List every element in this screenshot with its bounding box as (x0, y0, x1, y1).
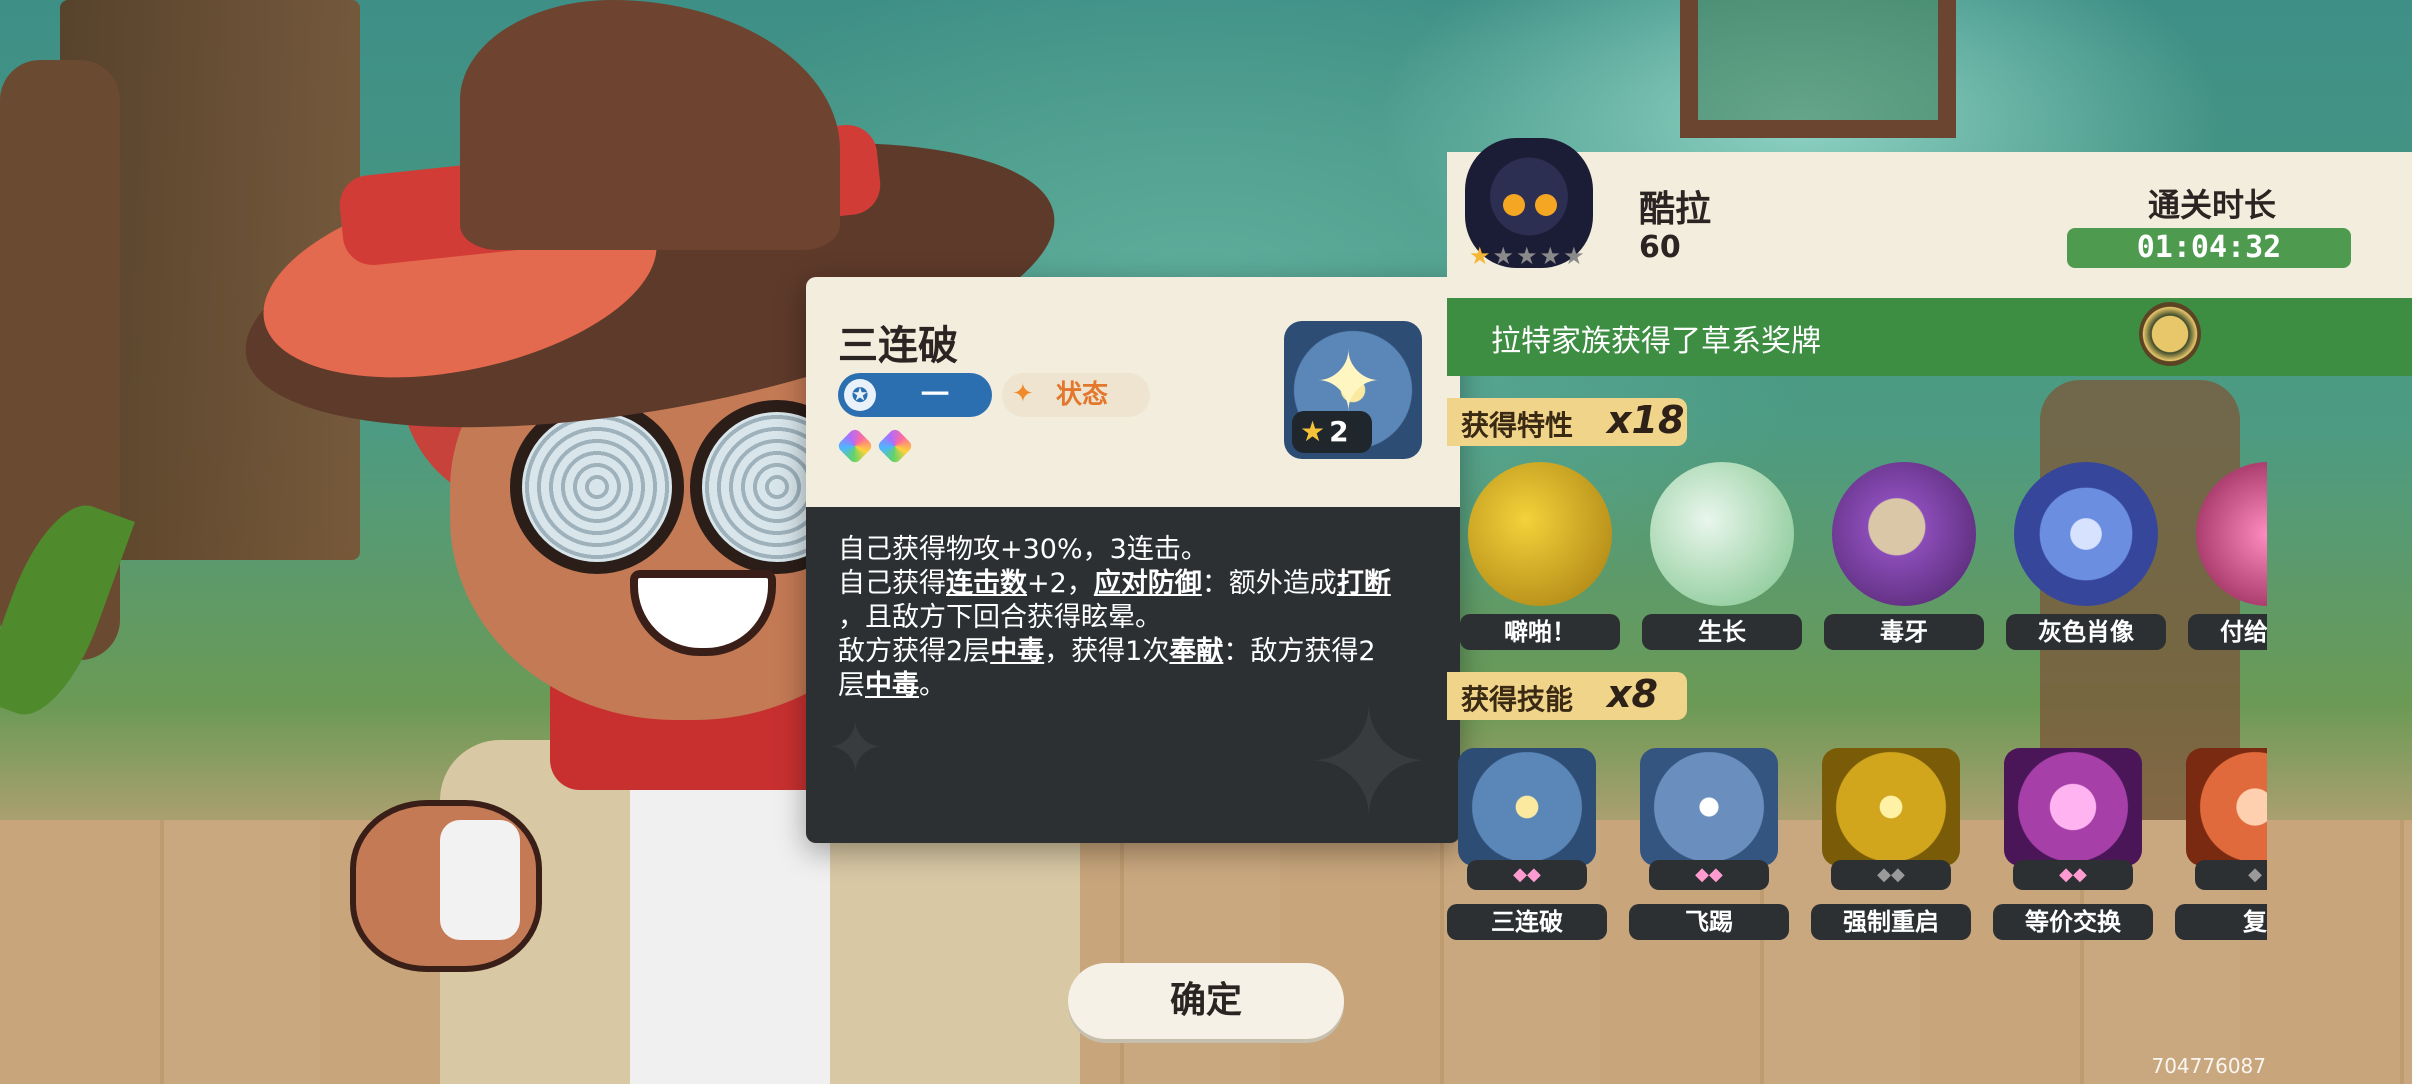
skill-name: 三连破 (1447, 904, 1607, 940)
skill-level-value: 2 (1329, 415, 1349, 448)
flying-kick-skill-icon (1640, 748, 1778, 866)
battle-result-header: ★★★★★ 酷拉 60 通关时长 01:04:32 (1447, 138, 2412, 298)
player-name: 酷拉 (1639, 189, 1712, 230)
skill-large-icon: ✦ ★ 2 (1284, 321, 1422, 459)
skill-state-tag: ✦ 状态 (1002, 373, 1150, 417)
skill-state-label: 状态 (1056, 380, 1109, 410)
skill-type-label: 一 (920, 378, 949, 411)
skill-item[interactable]: ◆◆ 飞踢 (1629, 748, 1789, 940)
description-line: 自己获得物攻+30%，3连击。 (838, 534, 1208, 565)
rainbow-gem-icon (836, 427, 874, 465)
grass-medal-icon[interactable] (2139, 302, 2201, 366)
medal-text: 拉特家族获得了草系奖牌 (1491, 324, 1821, 359)
skill-rarity-gems (836, 427, 918, 467)
wooden-frame (1680, 0, 1956, 138)
rainbow-gem-icon (876, 427, 914, 465)
skill-level-badge: ★ 2 (1292, 411, 1372, 453)
equivalent-exchange-skill-icon (2004, 748, 2142, 866)
skill-title: 三连破 (838, 323, 958, 369)
skill-popup-header: 三连破 ✪ 一 ✦ 状态 ✦ ★ 2 (806, 277, 1460, 507)
lightning-trait-icon (1468, 462, 1612, 606)
avatar-eye (1503, 194, 1525, 216)
character-glasses-left (510, 400, 684, 574)
skill-gems: ◆◆ (1831, 860, 1951, 890)
traits-section-tag: 获得特性 x18 (1447, 398, 1687, 446)
skill-item[interactable]: ◆◆ 三连破 (1447, 748, 1607, 940)
skill-type-pill: ✪ 一 (838, 373, 992, 417)
skill-name: 复 (2175, 904, 2267, 940)
trait-item[interactable]: 付给恶魔 (2188, 462, 2267, 650)
player-level: 60 (1639, 230, 1681, 265)
trait-item[interactable]: 噼啪！ (1460, 462, 1620, 650)
skill-name: 强制重启 (1811, 904, 1971, 940)
confirm-button[interactable]: 确定 (1068, 963, 1344, 1039)
medal-banner: 拉特家族获得了草系奖牌 (1447, 298, 2412, 376)
star-icon: ★ (1300, 415, 1326, 448)
hand-wrap (440, 820, 520, 940)
triple-break-skill-icon (1458, 748, 1596, 866)
skill-gems: ◆◆ (2013, 860, 2133, 890)
traits-count: x18 (1607, 398, 1685, 442)
sparkle-decoration-icon: ✦ (1306, 677, 1432, 843)
skills-list: ◆◆ 三连破 ◆◆ 飞踢 ◆◆ 强制重启 ◆◆ 等价交换 ◆ 复 (1447, 730, 2267, 940)
character-shirt (630, 760, 830, 1084)
player-uid: 704776087 (2151, 1054, 2266, 1078)
skill-name: 等价交换 (1993, 904, 2153, 940)
skill-gems: ◆◆ (1467, 860, 1587, 890)
revive-skill-icon (2186, 748, 2267, 866)
trait-name: 生长 (1642, 614, 1802, 650)
trait-name: 灰色肖像 (2006, 614, 2166, 650)
player-star-rating: ★★★★★ (1469, 242, 1587, 270)
demon-pay-trait-icon (2196, 462, 2267, 606)
avatar-eye (1535, 194, 1557, 216)
skills-section-label: 获得技能 (1461, 683, 1574, 716)
skills-section-tag: 获得技能 x8 (1447, 672, 1687, 720)
trait-item[interactable]: 毒牙 (1824, 462, 1984, 650)
star-icon: ★ (1563, 242, 1587, 270)
clear-time-value: 01:04:32 (2067, 228, 2351, 268)
star-icon: ★ (1492, 242, 1517, 270)
poison-fang-trait-icon (1832, 462, 1976, 606)
trait-name: 付给恶魔 (2188, 614, 2267, 650)
skills-count: x8 (1607, 672, 1658, 716)
trait-name: 噼啪！ (1460, 614, 1620, 650)
skill-detail-popup: 三连破 ✪ 一 ✦ 状态 ✦ ★ 2 自己获得物攻+30%，3连击。 自己获得连击… (806, 277, 1460, 843)
hat-top (460, 0, 840, 250)
clear-time-label: 通关时长 (2147, 186, 2276, 224)
gray-portrait-trait-icon (2014, 462, 2158, 606)
trait-name: 毒牙 (1824, 614, 1984, 650)
sparkle-icon: ✦ (1012, 379, 1034, 409)
skill-item[interactable]: ◆◆ 等价交换 (1993, 748, 2153, 940)
trait-item[interactable]: 灰色肖像 (2006, 462, 2166, 650)
description-line: ，且敌方下回合获得眩晕。 (838, 602, 1162, 633)
description-line: 自己获得连击数+2，应对防御：额外造成打断 (838, 568, 1391, 599)
traits-section-label: 获得特性 (1461, 409, 1574, 442)
skill-type-icon: ✪ (844, 379, 876, 411)
star-icon: ★ (1469, 242, 1493, 270)
trait-item[interactable]: 生长 (1642, 462, 1802, 650)
skill-gems: ◆ (2195, 860, 2267, 890)
description-line: 敌方获得2层中毒，获得1次奉献：敌方获得2 (838, 636, 1376, 667)
star-icon: ★ (1516, 242, 1540, 270)
sparkle-decoration-icon: ✦ (826, 707, 885, 789)
skill-name: 飞踢 (1629, 904, 1789, 940)
force-restart-skill-icon (1822, 748, 1960, 866)
leaf-growth-trait-icon (1650, 462, 1794, 606)
skill-item[interactable]: ◆ 复 (2175, 748, 2267, 940)
skill-item[interactable]: ◆◆ 强制重启 (1811, 748, 1971, 940)
skill-gems: ◆◆ (1649, 860, 1769, 890)
traits-list: 噼啪！ 生长 毒牙 灰色肖像 付给恶魔 (1447, 440, 2267, 660)
star-icon: ★ (1539, 242, 1564, 270)
